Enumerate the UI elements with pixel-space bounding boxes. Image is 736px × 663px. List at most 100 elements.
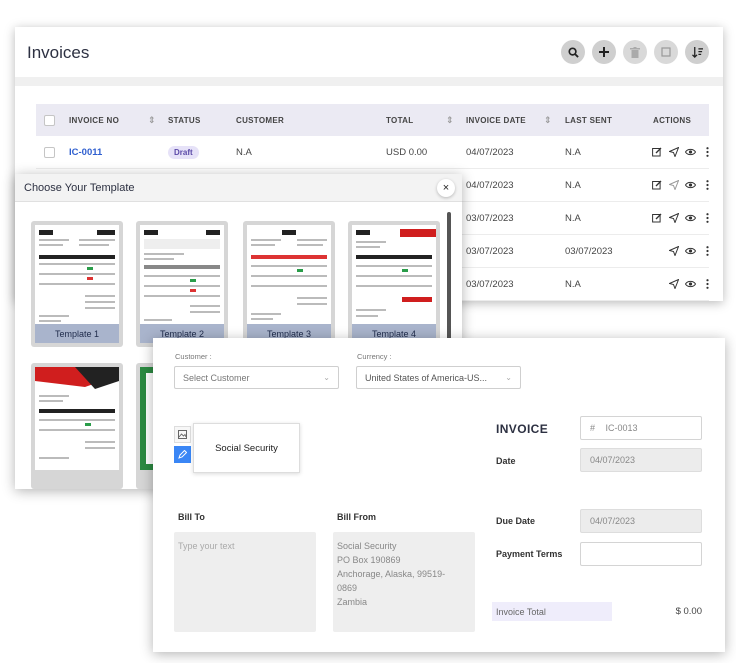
- sort-arrows-icon[interactable]: ⇕: [544, 115, 552, 125]
- send-icon[interactable]: [668, 213, 679, 224]
- edit-icon[interactable]: [651, 213, 662, 224]
- sort-arrows-icon[interactable]: ⇕: [148, 115, 156, 125]
- col-actions: ACTIONS: [653, 115, 692, 125]
- status-badge: Draft: [168, 145, 199, 159]
- template-card-1[interactable]: Template 1: [31, 221, 123, 347]
- more-options-icon[interactable]: [702, 180, 713, 191]
- currency-select[interactable]: United States of America-US... ⌄: [356, 366, 521, 389]
- invoice-number-link[interactable]: IC-0011: [69, 147, 102, 158]
- col-invoice-date[interactable]: INVOICE DATE: [466, 116, 526, 125]
- upload-logo-button[interactable]: [174, 426, 191, 443]
- pencil-icon: [178, 450, 187, 459]
- row-actions: [668, 279, 713, 290]
- row-actions: [651, 147, 713, 158]
- send-icon[interactable]: [668, 279, 679, 290]
- edit-company-button[interactable]: [174, 446, 191, 463]
- last-sent-cell: N.A: [565, 146, 581, 158]
- view-icon[interactable]: [685, 180, 696, 191]
- customer-select[interactable]: Select Customer ⌄: [174, 366, 339, 389]
- select-all-button[interactable]: [654, 40, 678, 64]
- search-icon: [567, 46, 579, 58]
- bill-from-line: Anchorage, Alaska, 99519-: [337, 569, 446, 579]
- col-total[interactable]: TOTAL: [386, 116, 413, 125]
- sort-icon: [691, 46, 703, 58]
- send-icon[interactable]: [668, 147, 679, 158]
- date-label: Date: [496, 456, 516, 466]
- invoice-number-field[interactable]: # IC-0013: [580, 416, 702, 440]
- image-icon: [178, 430, 187, 439]
- invoice-date-cell: 03/07/2023: [466, 245, 514, 257]
- plus-icon: [599, 47, 609, 57]
- last-sent-cell: N.A: [565, 179, 581, 191]
- toolbar: [561, 40, 709, 64]
- bill-from-line: PO Box 190869: [337, 555, 401, 565]
- select-all-checkbox[interactable]: [44, 114, 55, 126]
- template-preview: [140, 225, 224, 328]
- company-name-box[interactable]: Social Security: [193, 423, 300, 473]
- col-invoice-no[interactable]: INVOICE NO: [69, 116, 119, 125]
- edit-icon[interactable]: [651, 147, 662, 158]
- last-sent-cell: 03/07/2023: [565, 245, 613, 257]
- sort-button[interactable]: [685, 40, 709, 64]
- more-options-icon[interactable]: [702, 279, 713, 290]
- customer-cell: N.A: [236, 146, 252, 158]
- view-icon[interactable]: [685, 147, 696, 158]
- more-options-icon[interactable]: [702, 246, 713, 257]
- modal-title: Choose Your Template: [24, 182, 135, 194]
- currency-label: Currency :: [357, 352, 392, 361]
- bill-from-line: Social Security: [337, 541, 397, 551]
- view-icon[interactable]: [685, 213, 696, 224]
- search-button[interactable]: [561, 40, 585, 64]
- edit-icon[interactable]: [651, 180, 662, 191]
- col-last-sent: LAST SENT: [565, 115, 613, 125]
- close-icon: ×: [442, 182, 450, 194]
- bill-from-textarea[interactable]: Social Security PO Box 190869 Anchorage,…: [333, 532, 475, 632]
- hash-icon: #: [590, 423, 596, 433]
- payment-terms-field[interactable]: [580, 542, 702, 566]
- table-row[interactable]: IC-0011 Draft N.A USD 0.00 04/07/2023 N.…: [36, 136, 709, 169]
- invoice-date-cell: 03/07/2023: [466, 212, 514, 224]
- invoice-heading: INVOICE: [496, 422, 549, 436]
- template-card-3[interactable]: Template 3: [243, 221, 335, 347]
- chevron-down-icon: ⌄: [323, 373, 330, 382]
- separator: [15, 77, 723, 86]
- row-actions: [651, 213, 713, 224]
- add-invoice-button[interactable]: [592, 40, 616, 64]
- more-options-icon[interactable]: [702, 147, 713, 158]
- bill-from-line: 0869: [337, 583, 358, 593]
- sort-arrows-icon[interactable]: ⇕: [446, 115, 454, 125]
- square-icon: [661, 47, 671, 57]
- trash-icon: [630, 46, 640, 58]
- close-button[interactable]: ×: [437, 179, 455, 197]
- template-preview: [352, 225, 436, 328]
- invoice-date-cell: 04/07/2023: [466, 179, 514, 191]
- template-preview: [35, 367, 119, 470]
- bill-to-label: Bill To: [178, 512, 205, 522]
- row-actions: [651, 180, 713, 191]
- bill-from-line: Zambia: [337, 597, 368, 607]
- bill-to-textarea[interactable]: Type your text: [174, 532, 316, 632]
- col-customer: CUSTOMER: [236, 115, 285, 125]
- row-checkbox[interactable]: [44, 146, 55, 158]
- total-cell: USD 0.00: [386, 146, 428, 158]
- template-card-2[interactable]: Template 2: [136, 221, 228, 347]
- invoice-form-panel: Customer : Select Customer ⌄ Currency : …: [153, 338, 725, 652]
- template-label: Template 1: [35, 324, 119, 343]
- page-title: Invoices: [27, 43, 90, 62]
- payment-terms-label: Payment Terms: [496, 549, 563, 559]
- delete-button[interactable]: [623, 40, 647, 64]
- view-icon[interactable]: [685, 279, 696, 290]
- more-options-icon[interactable]: [702, 213, 713, 224]
- template-card-4[interactable]: Template 4: [348, 221, 440, 347]
- due-date-field[interactable]: 04/07/2023: [580, 509, 702, 533]
- invoice-date-cell: 04/07/2023: [466, 146, 514, 158]
- due-date-label: Due Date: [496, 516, 536, 526]
- send-icon[interactable]: [668, 246, 679, 257]
- scrollbar[interactable]: [447, 212, 451, 342]
- date-field[interactable]: 04/07/2023: [580, 448, 702, 472]
- invoice-total-value: $ 0.00: [675, 606, 702, 617]
- send-icon[interactable]: [668, 180, 679, 191]
- template-card-5[interactable]: [31, 363, 123, 489]
- col-status: STATUS: [168, 115, 201, 125]
- view-icon[interactable]: [685, 246, 696, 257]
